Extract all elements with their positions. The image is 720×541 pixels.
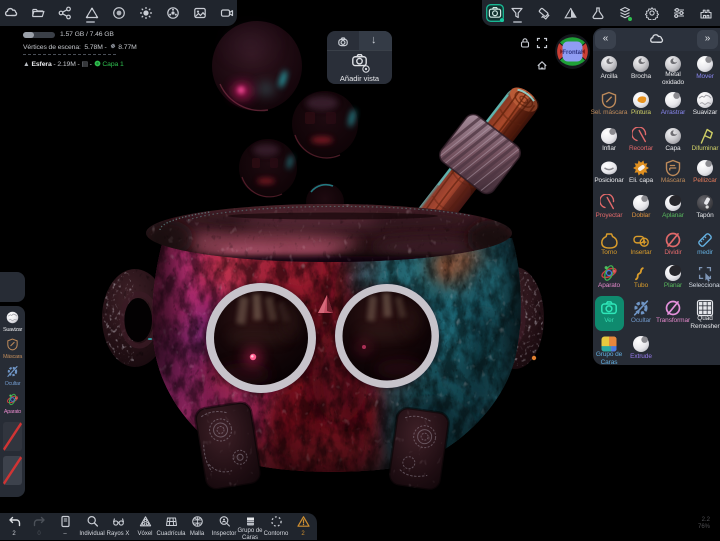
- svg-text:Frontal: Frontal: [562, 50, 583, 56]
